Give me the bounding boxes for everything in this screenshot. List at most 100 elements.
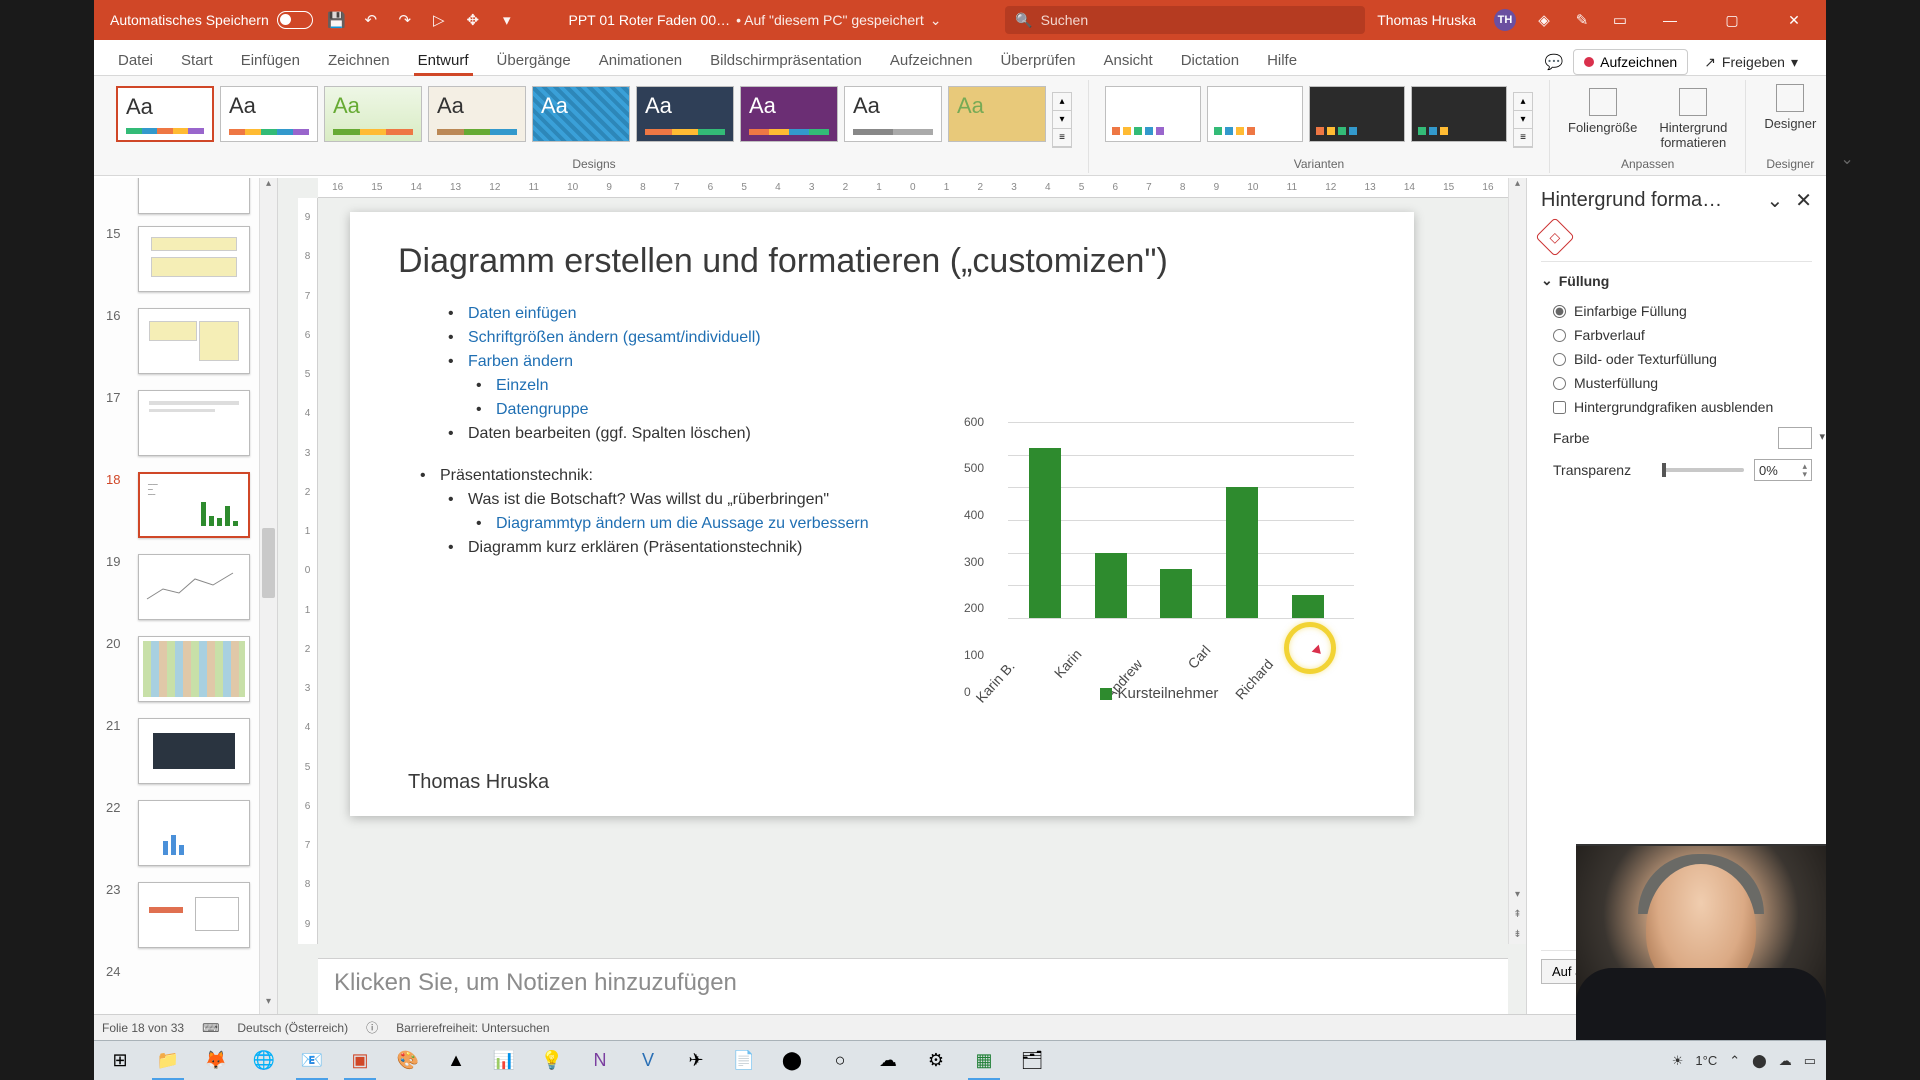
- app-icon[interactable]: 🎨: [386, 1042, 430, 1080]
- fill-tab-icon[interactable]: ◇: [1535, 217, 1575, 257]
- filename-chevron-icon[interactable]: ⌄: [930, 12, 942, 29]
- hide-bg-graphics-option[interactable]: Hintergrundgrafiken ausblenden: [1541, 395, 1812, 419]
- fill-picture-option[interactable]: Bild- oder Texturfüllung: [1541, 347, 1812, 371]
- tab-hilfe[interactable]: Hilfe: [1253, 44, 1311, 75]
- toggle-switch-icon[interactable]: [277, 11, 313, 29]
- record-button[interactable]: Aufzeichnen: [1573, 49, 1688, 75]
- tab-aufzeichnen[interactable]: Aufzeichnen: [876, 44, 987, 75]
- theme-thumb[interactable]: Aa: [324, 86, 422, 142]
- foliengroesse-button[interactable]: Foliengröße: [1560, 84, 1645, 154]
- from-beginning-icon[interactable]: ▷: [429, 10, 449, 30]
- variant-thumb[interactable]: [1309, 86, 1405, 142]
- tab-einfuegen[interactable]: Einfügen: [227, 44, 314, 75]
- section-fuellung[interactable]: ⌄Füllung: [1541, 272, 1812, 289]
- tab-ansicht[interactable]: Ansicht: [1090, 44, 1167, 75]
- diamond-icon[interactable]: ◈: [1534, 10, 1554, 30]
- vlc-icon[interactable]: ▲: [434, 1042, 478, 1080]
- onedrive-icon[interactable]: ☁: [1779, 1053, 1792, 1069]
- avatar[interactable]: TH: [1494, 9, 1516, 31]
- slide-thumb[interactable]: [138, 800, 250, 866]
- slide-thumb[interactable]: [138, 554, 250, 620]
- search-input[interactable]: 🔍 Suchen: [1005, 6, 1365, 34]
- start-menu-icon[interactable]: ⊞: [98, 1042, 142, 1080]
- designer-button[interactable]: Designer: [1756, 80, 1824, 135]
- bar[interactable]: [1160, 569, 1192, 618]
- tab-ueberpruefen[interactable]: Überprüfen: [986, 44, 1089, 75]
- tab-start[interactable]: Start: [167, 44, 227, 75]
- onenote-icon[interactable]: N: [578, 1042, 622, 1080]
- pane-close-icon[interactable]: ✕: [1795, 188, 1812, 213]
- status-language[interactable]: Deutsch (Österreich): [237, 1021, 348, 1035]
- save-icon[interactable]: 💾: [327, 10, 347, 30]
- variant-gallery-scroll[interactable]: ▴▾≡: [1513, 92, 1533, 148]
- variant-thumb[interactable]: [1105, 86, 1201, 142]
- autosave-toggle[interactable]: Automatisches Speichern: [110, 11, 313, 29]
- fill-pattern-option[interactable]: Musterfüllung: [1541, 371, 1812, 395]
- qat-more-icon[interactable]: ▾: [497, 10, 517, 30]
- keyboard-icon[interactable]: ⌨: [202, 1021, 219, 1035]
- editor-scrollbar[interactable]: ▴ ▾⇞⇟: [1508, 178, 1526, 944]
- window-icon[interactable]: ▭: [1610, 10, 1630, 30]
- collapse-ribbon-icon[interactable]: ⌄: [1834, 145, 1859, 173]
- maximize-button[interactable]: ▢: [1710, 0, 1754, 40]
- status-slide-count[interactable]: Folie 18 von 33: [102, 1021, 184, 1035]
- app-icon[interactable]: 📊: [482, 1042, 526, 1080]
- file-name[interactable]: PPT 01 Roter Faden 00…: [569, 12, 731, 28]
- slide-thumb[interactable]: [138, 308, 250, 374]
- tab-uebergaenge[interactable]: Übergänge: [483, 44, 585, 75]
- fill-solid-option[interactable]: Einfarbige Füllung: [1541, 299, 1812, 323]
- app-icon[interactable]: 📄: [722, 1042, 766, 1080]
- theme-thumb[interactable]: Aa: [844, 86, 942, 142]
- theme-thumb[interactable]: Aa: [636, 86, 734, 142]
- variant-thumb[interactable]: [1207, 86, 1303, 142]
- theme-thumb[interactable]: Aa: [428, 86, 526, 142]
- bar[interactable]: [1029, 448, 1061, 618]
- bar[interactable]: [1226, 487, 1258, 618]
- notes-input[interactable]: Klicken Sie, um Notizen hinzuzufügen: [318, 958, 1508, 1014]
- tab-bildschirm[interactable]: Bildschirmpräsentation: [696, 44, 876, 75]
- theme-thumb[interactable]: Aa: [948, 86, 1046, 142]
- redo-icon[interactable]: ↷: [395, 10, 415, 30]
- tab-entwurf[interactable]: Entwurf: [404, 44, 483, 75]
- color-picker[interactable]: [1778, 427, 1812, 449]
- slide-thumb-selected[interactable]: ━━━━━━━━━: [138, 472, 250, 538]
- slide-editor[interactable]: 1615141312111098765432101234567891011121…: [278, 178, 1526, 1014]
- app-icon[interactable]: 💡: [530, 1042, 574, 1080]
- powerpoint-icon[interactable]: ▣: [338, 1042, 382, 1080]
- settings-icon[interactable]: ⚙: [914, 1042, 958, 1080]
- tab-dictation[interactable]: Dictation: [1167, 44, 1253, 75]
- status-accessibility[interactable]: Barrierefreiheit: Untersuchen: [396, 1021, 549, 1035]
- theme-thumb[interactable]: Aa: [220, 86, 318, 142]
- bar[interactable]: [1292, 595, 1324, 618]
- thumbnail-scrollbar[interactable]: ▴▾: [259, 178, 277, 1014]
- touch-mode-icon[interactable]: ✥: [463, 10, 483, 30]
- variant-thumb[interactable]: [1411, 86, 1507, 142]
- app-icon[interactable]: 🗂: [1010, 1042, 1054, 1080]
- theme-thumb[interactable]: Aa: [116, 86, 214, 142]
- fill-gradient-option[interactable]: Farbverlauf: [1541, 323, 1812, 347]
- tray-icon[interactable]: ⬤: [1752, 1053, 1767, 1069]
- user-name[interactable]: Thomas Hruska: [1377, 12, 1476, 28]
- slide-thumb[interactable]: [138, 226, 250, 292]
- hintergrund-formatieren-button[interactable]: Hintergrund formatieren: [1651, 84, 1735, 154]
- weather-icon[interactable]: ☀: [1672, 1053, 1684, 1069]
- tab-zeichnen[interactable]: Zeichnen: [314, 44, 404, 75]
- firefox-icon[interactable]: 🦊: [194, 1042, 238, 1080]
- close-button[interactable]: ✕: [1772, 0, 1816, 40]
- slide-body[interactable]: Daten einfügen Schriftgrößen ändern (ges…: [420, 302, 869, 560]
- battery-icon[interactable]: ▭: [1804, 1053, 1816, 1069]
- pen-icon[interactable]: ✎: [1572, 10, 1592, 30]
- slide-thumb[interactable]: [138, 718, 250, 784]
- pane-collapse-icon[interactable]: ⌄: [1766, 188, 1783, 213]
- chrome-icon[interactable]: 🌐: [242, 1042, 286, 1080]
- undo-icon[interactable]: ↶: [361, 10, 381, 30]
- tab-animationen[interactable]: Animationen: [585, 44, 696, 75]
- app-icon[interactable]: ○: [818, 1042, 862, 1080]
- outlook-icon[interactable]: 📧: [290, 1042, 334, 1080]
- slide-thumb[interactable]: [138, 636, 250, 702]
- tab-datei[interactable]: Datei: [104, 44, 167, 75]
- theme-thumb[interactable]: Aa: [740, 86, 838, 142]
- excel-icon[interactable]: ▦: [962, 1042, 1006, 1080]
- app-icon[interactable]: V: [626, 1042, 670, 1080]
- transparency-slider[interactable]: [1664, 468, 1744, 472]
